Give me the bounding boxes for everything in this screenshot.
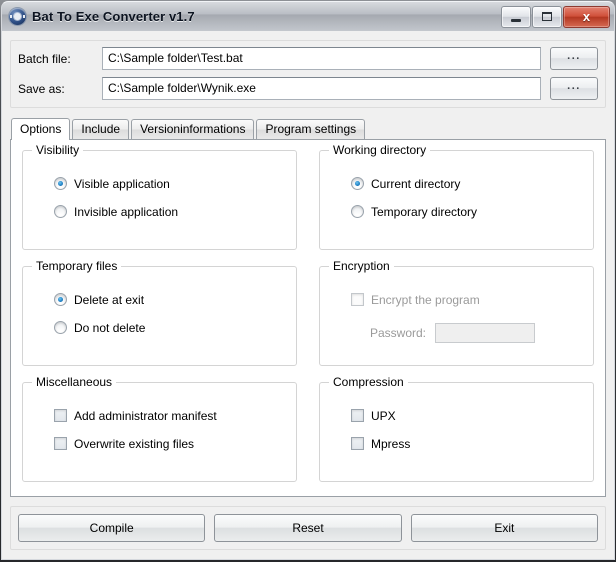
checkbox-indicator bbox=[351, 293, 364, 306]
checkbox-mpress[interactable]: Mpress bbox=[351, 434, 581, 453]
reset-button[interactable]: Reset bbox=[214, 514, 402, 542]
group-visibility-title: Visibility bbox=[32, 144, 84, 157]
group-miscellaneous-title: Miscellaneous bbox=[32, 376, 117, 389]
action-button-panel: Compile Reset Exit bbox=[10, 506, 606, 550]
option-label: Current directory bbox=[371, 176, 461, 191]
minimize-button[interactable] bbox=[501, 5, 531, 28]
save-as-browse-button[interactable]: ... bbox=[550, 77, 598, 100]
batch-file-input[interactable]: C:\Sample folder\Test.bat bbox=[102, 47, 541, 70]
save-as-row: Save as: C:\Sample folder\Wynik.exe ... bbox=[18, 77, 598, 100]
checkbox-upx[interactable]: UPX bbox=[351, 406, 581, 425]
group-encryption: Encryption Encrypt the program Password: bbox=[319, 260, 594, 366]
password-label: Password: bbox=[369, 326, 426, 340]
group-miscellaneous: Miscellaneous Add administrator manifest… bbox=[22, 376, 297, 482]
radio-indicator bbox=[54, 177, 67, 190]
title-bar: Bat To Exe Converter v1.7 x bbox=[1, 1, 615, 31]
application-window: Bat To Exe Converter v1.7 x Batch file: … bbox=[0, 0, 616, 562]
batch-file-row: Batch file: C:\Sample folder\Test.bat ..… bbox=[18, 47, 598, 70]
radio-temporary-directory[interactable]: Temporary directory bbox=[351, 202, 581, 221]
options-columns: Visibility Visible application Invisible… bbox=[22, 144, 594, 484]
client-area: Batch file: C:\Sample folder\Test.bat ..… bbox=[1, 31, 615, 562]
option-label: Do not delete bbox=[74, 320, 146, 335]
option-label: Visible application bbox=[74, 176, 170, 191]
close-icon: x bbox=[582, 8, 591, 24]
group-working-directory-title: Working directory bbox=[329, 144, 431, 157]
option-label: Temporary directory bbox=[371, 204, 478, 219]
exit-button[interactable]: Exit bbox=[410, 514, 598, 542]
checkbox-indicator bbox=[54, 437, 67, 450]
radio-do-not-delete[interactable]: Do not delete bbox=[54, 318, 284, 337]
tab-versioninformations[interactable]: Versioninformations bbox=[131, 119, 255, 139]
option-label: Mpress bbox=[371, 436, 411, 451]
option-label: Delete at exit bbox=[74, 292, 145, 307]
checkbox-indicator bbox=[54, 409, 67, 422]
radio-current-directory[interactable]: Current directory bbox=[351, 174, 581, 193]
checkbox-indicator bbox=[351, 437, 364, 450]
tab-strip: Options Include Versioninformations Prog… bbox=[11, 117, 606, 140]
window-title: Bat To Exe Converter v1.7 bbox=[32, 9, 195, 24]
option-label: UPX bbox=[371, 408, 396, 423]
group-encryption-title: Encryption bbox=[329, 260, 394, 273]
group-miscellaneous-options: Add administrator manifest Overwrite exi… bbox=[35, 401, 284, 453]
batch-file-label: Batch file: bbox=[18, 51, 71, 66]
maximize-button[interactable] bbox=[532, 5, 562, 28]
batch-file-browse-button[interactable]: ... bbox=[550, 47, 598, 70]
minimize-icon bbox=[511, 18, 521, 22]
checkbox-add-administrator-manifest[interactable]: Add administrator manifest bbox=[54, 406, 284, 425]
option-label: Invisible application bbox=[74, 204, 179, 219]
compile-button[interactable]: Compile bbox=[18, 514, 206, 542]
group-visibility: Visibility Visible application Invisible… bbox=[22, 144, 297, 250]
save-as-input[interactable]: C:\Sample folder\Wynik.exe bbox=[102, 77, 541, 100]
save-as-label: Save as: bbox=[18, 81, 65, 96]
options-left-column: Visibility Visible application Invisible… bbox=[22, 144, 297, 484]
group-temporary-files: Temporary files Delete at exit Do not de… bbox=[22, 260, 297, 366]
group-encryption-options: Encrypt the program bbox=[332, 285, 581, 309]
radio-invisible-application[interactable]: Invisible application bbox=[54, 202, 284, 221]
group-compression: Compression UPX Mpress bbox=[319, 376, 594, 482]
option-label: Add administrator manifest bbox=[74, 408, 217, 423]
group-temporary-files-title: Temporary files bbox=[32, 260, 122, 273]
radio-visible-application[interactable]: Visible application bbox=[54, 174, 284, 193]
maximize-icon bbox=[542, 12, 552, 21]
radio-indicator bbox=[54, 321, 67, 334]
group-working-directory-options: Current directory Temporary directory bbox=[332, 169, 581, 221]
window-controls: x bbox=[501, 5, 610, 28]
radio-indicator bbox=[351, 177, 364, 190]
group-compression-title: Compression bbox=[329, 376, 408, 389]
group-working-directory: Working directory Current directory Temp… bbox=[319, 144, 594, 250]
radio-indicator bbox=[351, 205, 364, 218]
radio-indicator bbox=[54, 205, 67, 218]
password-row: Password: bbox=[332, 323, 581, 343]
checkbox-indicator bbox=[351, 409, 364, 422]
password-input[interactable] bbox=[435, 323, 535, 343]
tab-include[interactable]: Include bbox=[72, 119, 130, 139]
radio-indicator bbox=[54, 293, 67, 306]
group-compression-options: UPX Mpress bbox=[332, 401, 581, 453]
tab-page-options: Visibility Visible application Invisible… bbox=[10, 139, 606, 497]
close-button[interactable]: x bbox=[563, 5, 610, 28]
option-label: Overwrite existing files bbox=[74, 436, 195, 451]
group-visibility-options: Visible application Invisible applicatio… bbox=[35, 169, 284, 221]
file-paths-panel: Batch file: C:\Sample folder\Test.bat ..… bbox=[10, 40, 606, 108]
tab-options[interactable]: Options bbox=[11, 118, 71, 140]
checkbox-overwrite-existing-files[interactable]: Overwrite existing files bbox=[54, 434, 284, 453]
tab-program-settings[interactable]: Program settings bbox=[256, 119, 366, 139]
option-label: Encrypt the program bbox=[371, 292, 480, 307]
radio-delete-at-exit[interactable]: Delete at exit bbox=[54, 290, 284, 309]
checkbox-encrypt-the-program[interactable]: Encrypt the program bbox=[351, 290, 581, 309]
options-right-column: Working directory Current directory Temp… bbox=[319, 144, 594, 484]
gear-icon bbox=[9, 8, 26, 25]
group-temporary-files-options: Delete at exit Do not delete bbox=[35, 285, 284, 337]
